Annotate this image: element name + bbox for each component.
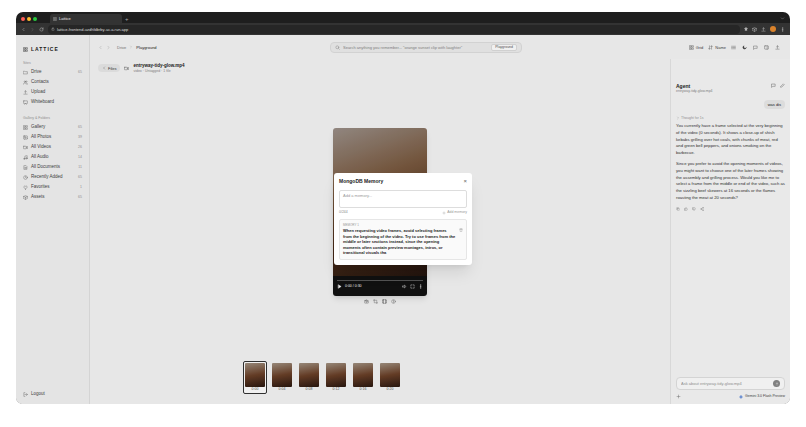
close-button[interactable]: × <box>463 178 467 184</box>
app: LATTICESitesDrive65ContactsUploadWhitebo… <box>16 35 790 404</box>
close-dot[interactable] <box>21 17 25 21</box>
extensions-icon[interactable] <box>752 27 757 32</box>
url-text: lattice-frontend-uzdhfdbrby-uc.a.run.app <box>57 27 128 32</box>
browser-window: Lattice + lattice-frontend-uzdhfdbrby-uc.a… <box>16 12 790 404</box>
memory-modal: MongoDB Memory × 0/244 Add memory MEMORY 1Wh… <box>334 173 472 265</box>
tab-bar: Lattice + <box>16 12 790 23</box>
add-memory-label: Add memory <box>447 210 467 215</box>
memory-textarea[interactable] <box>339 190 467 208</box>
memory-card: MEMORY 1When requesting video frames, av… <box>339 219 467 260</box>
char-counter: 0/244 <box>339 210 348 215</box>
delete-memory-icon[interactable] <box>459 228 463 232</box>
tab-title: Lattice <box>59 16 71 21</box>
reload-icon[interactable] <box>39 27 44 32</box>
favicon-icon <box>53 17 57 21</box>
memory-body: MEMORY 1When requesting video frames, av… <box>343 223 456 256</box>
memory-input-footer: 0/244 Add memory <box>339 210 467 215</box>
memory-label: MEMORY 1 <box>343 223 456 227</box>
modal-header: MongoDB Memory × <box>339 178 467 184</box>
modal-title: MongoDB Memory <box>339 178 383 184</box>
lock-icon <box>51 27 55 31</box>
browser-tab[interactable]: Lattice <box>50 14 122 23</box>
profile-avatar[interactable] <box>770 26 776 32</box>
url-field[interactable]: lattice-frontend-uzdhfdbrby-uc.a.run.app <box>48 25 740 34</box>
add-memory-button[interactable]: Add memory <box>442 210 467 215</box>
back-icon[interactable] <box>21 27 26 32</box>
forward-icon[interactable] <box>30 27 35 32</box>
new-tab-button[interactable]: + <box>125 14 129 23</box>
menu-icon[interactable] <box>780 27 785 32</box>
plus-icon <box>442 211 446 215</box>
memory-text: When requesting video frames, avoid sele… <box>343 228 456 256</box>
bookmark-icon[interactable] <box>744 27 748 31</box>
zoom-dot[interactable] <box>33 17 37 21</box>
address-bar: lattice-frontend-uzdhfdbrby-uc.a.run.app <box>16 23 790 35</box>
minimize-dot[interactable] <box>27 17 31 21</box>
download-icon[interactable] <box>761 27 766 32</box>
tab-menu-icon[interactable] <box>780 16 785 21</box>
window-controls <box>21 14 37 23</box>
